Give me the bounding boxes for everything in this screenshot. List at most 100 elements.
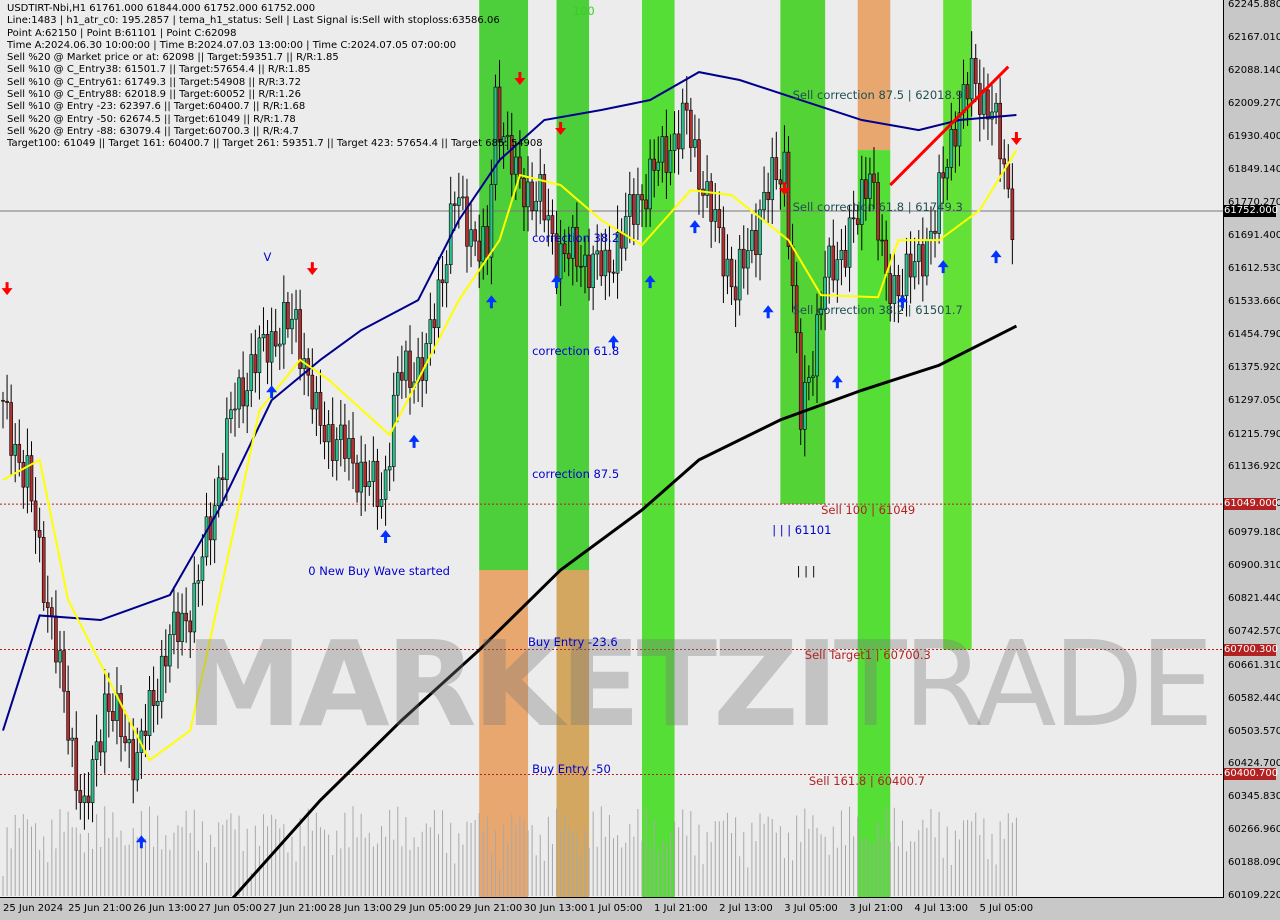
candle [908,253,913,278]
candle [143,730,148,736]
time-tick-label: 29 Jun 05:00 [393,903,458,914]
candle [697,139,701,190]
candle [652,158,657,171]
price-tick-label: 61375.920 [1228,361,1280,373]
candle [566,253,571,259]
candle [705,181,709,196]
candle [664,136,669,173]
candle [147,690,152,736]
candle [343,424,347,459]
candle [322,425,327,443]
candle [200,556,205,581]
candle [627,194,632,217]
candle [1006,163,1011,190]
info-line: Line:1483 | h1_atr_c0: 195.2857 | tema_h… [7,15,500,27]
candle [310,374,315,410]
price-level-tag: 60700.300 [1224,643,1279,656]
candle [546,215,551,221]
candle [526,181,530,208]
candle [196,580,201,584]
candle [216,477,221,507]
moving-average-black [231,324,1018,897]
candle [709,181,713,222]
price-tick-label: 60821.440 [1228,593,1280,604]
candle [383,469,388,500]
candle [334,439,339,461]
chart-annotation: Buy Entry -23.6 [528,635,618,650]
chart-annotation: Sell correction 61.8 | 61749.3 [792,199,963,214]
candle [868,173,872,199]
sell-arrow-icon [306,262,318,276]
candle [872,173,876,183]
candle [721,227,726,277]
candle [855,218,860,225]
candle [123,736,127,744]
candle [737,248,742,301]
time-tick-label: 28 Jun 13:00 [328,903,393,914]
chart-annotation: 100 [572,3,595,18]
candle [233,408,237,411]
candle [330,424,335,461]
price-tick-label: 61612.530 [1228,263,1280,275]
info-line: Sell %10 @ C_Entry88: 62018.9 || Target:… [7,89,301,101]
chart-annotation: correction 61.8 [532,344,620,359]
candle [168,634,172,667]
candle [294,309,298,320]
candle [847,217,852,268]
price-tick-label: 61297.050 [1228,394,1280,406]
candle [522,178,526,208]
chart-annotation: Sell 161.8 | 60400.7 [808,773,925,788]
candle [477,240,481,262]
candle [713,209,718,222]
price-tick-label: 61215.790 [1228,428,1280,440]
candle [363,461,368,488]
time-tick-label: 3 Jul 21:00 [849,903,903,914]
candle [387,466,392,471]
candle [78,790,83,803]
info-line: Sell %10 @ Entry -23: 62397.6 || Target:… [7,101,306,113]
time-tick-label: 1 Jul 21:00 [654,903,708,914]
candle [45,602,50,608]
signal-zone-upper [780,0,826,505]
candle [86,795,91,804]
candle [949,128,954,168]
chart-annotation: Sell correction 38.2 | 61501.7 [792,303,963,318]
candle [111,711,115,721]
candle [314,392,319,410]
candle [41,537,46,603]
candle [70,737,74,741]
candle [538,174,543,202]
price-tick-label: 60582.440 [1228,692,1280,704]
candle [347,438,351,459]
candle [440,279,445,284]
candle [689,109,693,148]
candle [208,516,213,541]
candle [640,194,644,201]
price-tick-label: 62167.010 [1228,31,1280,43]
buy-arrow-icon [689,220,701,234]
candle [229,409,233,419]
candle [807,377,811,383]
info-line: Sell %20 @ Entry -88: 63079.4 || Target:… [7,125,299,137]
candle [965,84,970,100]
candle [241,377,245,407]
candle [754,229,758,256]
candle [619,232,624,249]
candle [746,250,750,269]
candle [62,650,66,692]
candle [290,318,294,330]
chart-plot-area[interactable]: MARKETZITRADE USDTIRT-Nbi,H1 61761.000 6… [0,0,1224,898]
candle [220,477,225,481]
candle [339,424,343,440]
candle [286,301,290,330]
candle [74,737,79,791]
candle [815,314,819,377]
candle [452,203,457,206]
candle [921,244,925,277]
buy-arrow-icon [408,434,420,448]
candle [644,199,648,210]
candle [159,655,164,702]
candle [107,693,111,712]
candle [603,249,608,277]
candle [17,444,22,463]
